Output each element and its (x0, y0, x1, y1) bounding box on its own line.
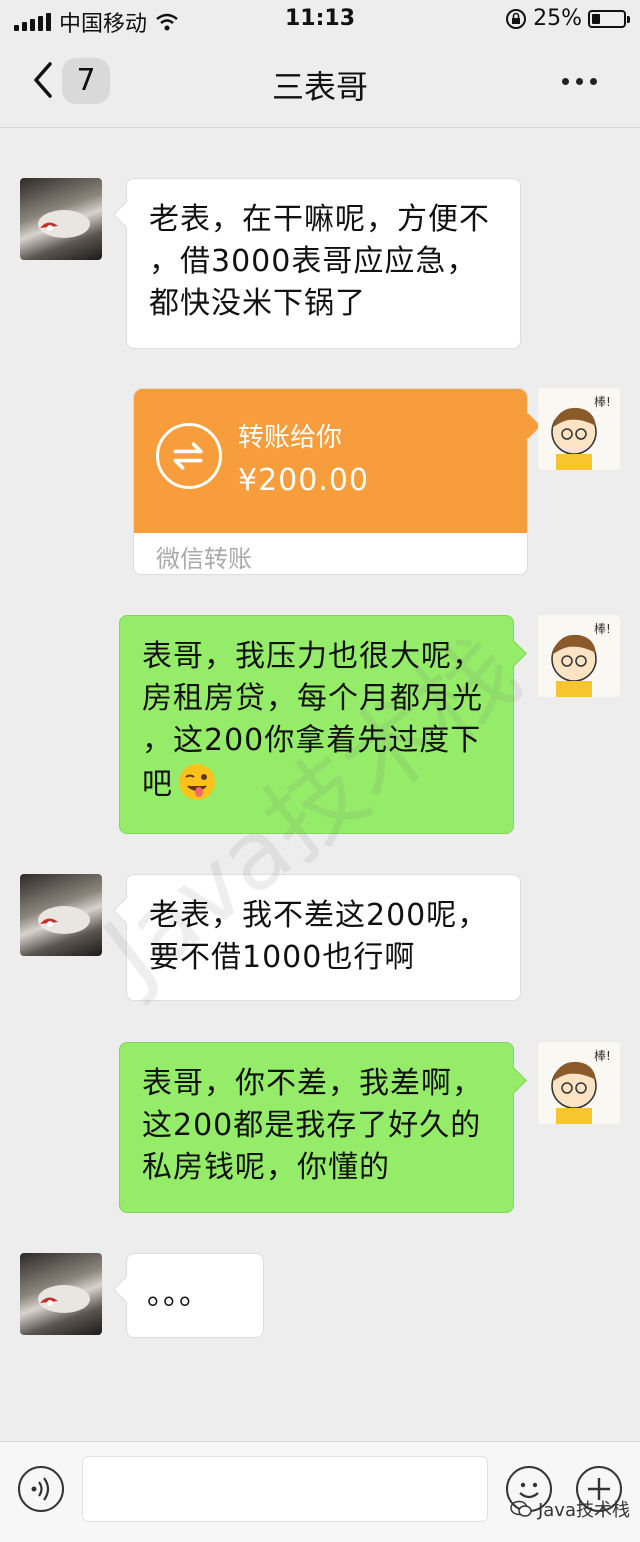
transfer-label: 转账给你 (238, 423, 343, 453)
battery-percent: 25% (533, 6, 582, 31)
contact-avatar[interactable] (20, 1253, 102, 1335)
message-text: 老表，在干嘛呢，方便不 ，借3000表哥应应急， 都快没米下锅了 (149, 202, 490, 321)
transfer-amount: ¥200.00 (238, 463, 370, 498)
contact-avatar[interactable] (20, 178, 102, 260)
chat-title: 三表哥 (271, 68, 368, 106)
transfer-arrows-icon (156, 423, 222, 489)
status-bar: 中国移动 11:13 25% (0, 0, 640, 40)
corner-watermark: Java技术栈 (510, 1496, 630, 1522)
message-text: 老表，我不差这200呢， 要不借1000也行啊 (149, 898, 489, 975)
input-bar: Java技术栈 (0, 1441, 640, 1542)
battery-icon (588, 9, 630, 28)
rotation-lock-icon (506, 8, 527, 29)
message-bubble-received[interactable]: 。。。 (126, 1253, 264, 1338)
message-bubble-sent[interactable]: 表哥，你不差，我差啊， 这200都是我存了好久的 私房钱呢，你懂的 (119, 1042, 514, 1213)
my-avatar[interactable]: 棒! (538, 615, 620, 697)
message-text: 表哥，你不差，我差啊， 这200都是我存了好久的 私房钱呢，你懂的 (142, 1066, 483, 1185)
contact-avatar[interactable] (20, 874, 102, 956)
corner-watermark-text: Java技术栈 (537, 1500, 630, 1521)
more-options-icon[interactable] (560, 66, 600, 96)
message-bubble-received[interactable]: 老表，在干嘛呢，方便不 ，借3000表哥应应急， 都快没米下锅了 (126, 178, 521, 349)
sticker-text: 棒! (594, 1049, 611, 1063)
sticker-text: 棒! (594, 622, 611, 636)
transfer-card[interactable]: 转账给你 ¥200.00 微信转账 (133, 388, 528, 575)
message-bubble-sent[interactable]: 表哥，我压力也很大呢， 房租房贷，每个月都月光 ，这200你拿着先过度下 吧 (119, 615, 514, 834)
message-bubble-received[interactable]: 老表，我不差这200呢， 要不借1000也行啊 (126, 874, 521, 1001)
my-avatar[interactable]: 棒! (538, 388, 620, 470)
sticker-text: 棒! (594, 395, 611, 409)
transfer-footer: 微信转账 (156, 545, 252, 573)
message-input[interactable] (82, 1456, 488, 1522)
chat-header: 7 三表哥 (0, 40, 640, 128)
wechat-logo-icon (510, 1500, 532, 1517)
my-avatar[interactable]: 棒! (538, 1042, 620, 1124)
voice-icon[interactable] (18, 1466, 64, 1512)
wink-tongue-emoji-icon (179, 764, 215, 800)
message-text: 。。。 (147, 1277, 210, 1312)
